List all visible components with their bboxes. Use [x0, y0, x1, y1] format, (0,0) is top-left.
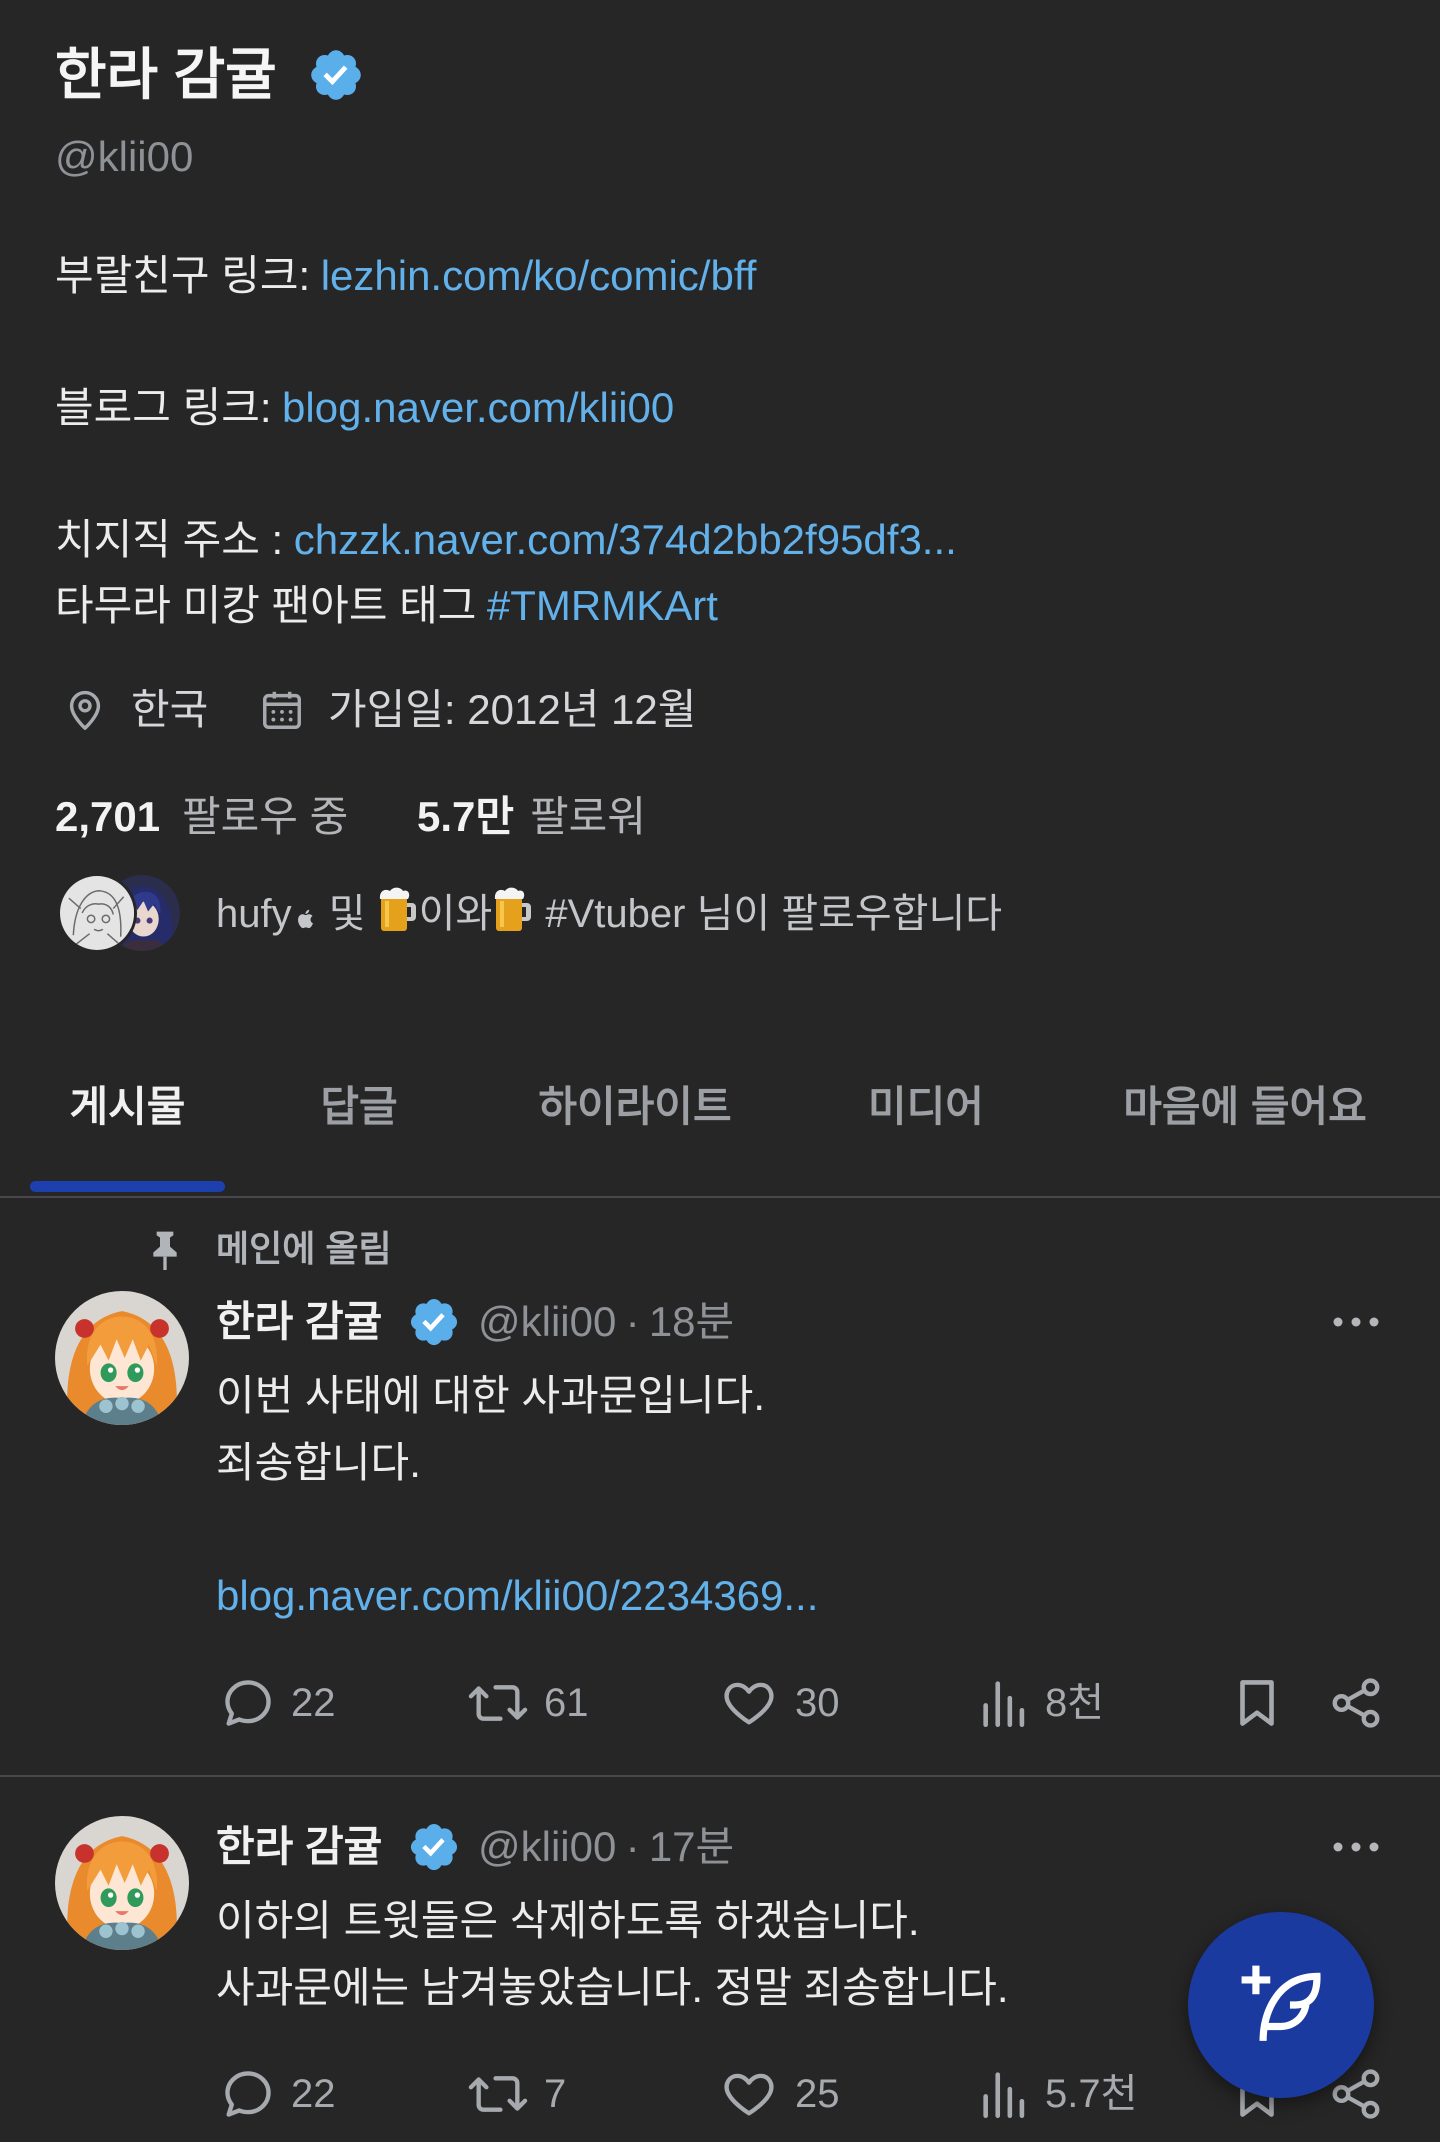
tweet-link[interactable]: blog.naver.com/klii00/2234369... [216, 1563, 818, 1629]
profile-page: 한라 감귤 @klii00 부랄친구 링크: lezhin.com/ko/comi… [0, 0, 1440, 2142]
bio-label: 부랄친구 링크: [55, 252, 311, 299]
bio-label: 타무라 미캉 팬아트 태그 [55, 582, 477, 629]
reply-count: 22 [291, 1681, 336, 1725]
like-count: 30 [795, 1681, 840, 1725]
tab-likes[interactable]: 마음에 들어요 [1100, 1079, 1390, 1135]
beer-mug-icon [377, 885, 419, 935]
verified-badge-icon [407, 1820, 461, 1874]
reply-icon[interactable] [219, 2065, 277, 2123]
bio-line-lezhin: 부랄친구 링크: lezhin.com/ko/comic/bff [55, 243, 756, 309]
meta-separator: · [625, 1823, 640, 1870]
tweet-text-line: 사과문에는 남겨놓았습니다. 정말 죄송합니다. [216, 1964, 1009, 2011]
verified-badge-icon [407, 1295, 461, 1349]
retweet-count: 7 [544, 2072, 567, 2116]
tweet-timestamp[interactable]: 18분 [649, 1298, 734, 1345]
view-count: 8천 [1045, 1681, 1105, 1725]
bio-label: 블로그 링크: [55, 384, 272, 431]
following-count[interactable]: 2,701 [55, 789, 160, 845]
following-label[interactable]: 팔로우 중 [182, 789, 348, 845]
followers-suffix: #Vtuber 님이 팔로우합니다 [534, 892, 1003, 936]
retweet-count: 61 [544, 1681, 589, 1725]
like-count: 25 [795, 2072, 840, 2116]
views-chart-icon[interactable] [976, 2065, 1034, 2123]
tab-media[interactable]: 미디어 [836, 1079, 1016, 1135]
active-tab-indicator [30, 1181, 225, 1192]
retweet-icon[interactable] [466, 2065, 530, 2123]
tab-highlights[interactable]: 하이라이트 [525, 1079, 745, 1135]
heart-icon[interactable] [720, 2065, 778, 2123]
followers-you-know[interactable]: hufy 및 이와 #Vtuber 님이 팔로우합니다 [216, 885, 1002, 942]
bio-hashtag-link[interactable]: #TMRMKArt [487, 582, 718, 629]
tweet-author-name[interactable]: 한라 감귤 [216, 1294, 382, 1350]
tweet-avatar[interactable] [55, 1291, 189, 1425]
tweet-divider [0, 1775, 1440, 1777]
views-chart-icon[interactable] [976, 1674, 1034, 1732]
tab-posts[interactable]: 게시물 [30, 1079, 225, 1135]
followers-conjunction: 및 [317, 892, 377, 936]
reply-count: 22 [291, 2072, 336, 2116]
bio-line-hashtag: 타무라 미캉 팬아트 태그 #TMRMKArt [55, 573, 718, 639]
tweet-text-line: 이번 사태에 대한 사과문입니다. [216, 1372, 765, 1419]
tweet-author-handle[interactable]: @klii00 [478, 1298, 616, 1345]
bio-link-chzzk[interactable]: chzzk.naver.com/374d2bb2f95df3... [294, 516, 957, 563]
bio-link-lezhin[interactable]: lezhin.com/ko/comic/bff [321, 252, 757, 299]
compose-feather-icon [1238, 1962, 1324, 2048]
tweet-text-line: 죄송합니다. [216, 1439, 421, 1486]
tabs-divider [0, 1196, 1440, 1198]
more-dots-icon[interactable] [1331, 1835, 1381, 1859]
view-count: 5.7천 [1045, 2072, 1138, 2116]
profile-join-date: 가입일: 2012년 12월 [328, 686, 697, 733]
follower-name-hufy: hufy [216, 892, 292, 936]
followers-label[interactable]: 팔로워 [530, 789, 646, 845]
beer-mug-icon [492, 885, 534, 935]
pinned-label: 메인에 올림 [216, 1228, 392, 1269]
pushpin-icon [145, 1228, 185, 1272]
followers-count[interactable]: 5.7만 [417, 789, 514, 845]
heart-icon[interactable] [720, 1674, 778, 1732]
apple-logo-icon [294, 894, 318, 929]
profile-location: 한국 [131, 686, 209, 733]
follower-avatar[interactable] [57, 873, 137, 953]
retweet-icon[interactable] [466, 1674, 530, 1732]
share-icon[interactable] [1327, 1674, 1385, 1732]
tweet-avatar[interactable] [55, 1816, 189, 1950]
profile-handle: @klii00 [55, 133, 194, 180]
calendar-icon [258, 687, 306, 733]
tweet-meta: @klii00 · 17분 [478, 1819, 734, 1875]
tweet-meta: @klii00 · 18분 [478, 1294, 734, 1350]
reply-icon[interactable] [219, 1674, 277, 1732]
profile-name: 한라 감귤 [55, 43, 277, 106]
tweet-author-handle[interactable]: @klii00 [478, 1823, 616, 1870]
followers-particle: 이와 [418, 892, 493, 936]
tweet-timestamp[interactable]: 17분 [649, 1823, 734, 1870]
compose-button[interactable] [1188, 1912, 1374, 2098]
tweet-text-line: 이하의 트윗들은 삭제하도록 하겠습니다. [216, 1897, 920, 1944]
bio-line-blog: 블로그 링크: blog.naver.com/klii00 [55, 375, 674, 441]
meta-separator: · [625, 1298, 640, 1345]
bio-line-chzzk: 치지직 주소 : chzzk.naver.com/374d2bb2f95df3..… [55, 507, 957, 573]
tweet-author-name[interactable]: 한라 감귤 [216, 1819, 382, 1875]
location-pin-icon [62, 687, 108, 733]
verified-badge-icon[interactable] [307, 46, 365, 104]
bookmark-icon[interactable] [1228, 1674, 1286, 1732]
tab-replies[interactable]: 답글 [279, 1079, 439, 1135]
bio-label: 치지직 주소 : [55, 516, 284, 563]
bio-link-blog[interactable]: blog.naver.com/klii00 [282, 384, 674, 431]
more-dots-icon[interactable] [1331, 1310, 1381, 1334]
